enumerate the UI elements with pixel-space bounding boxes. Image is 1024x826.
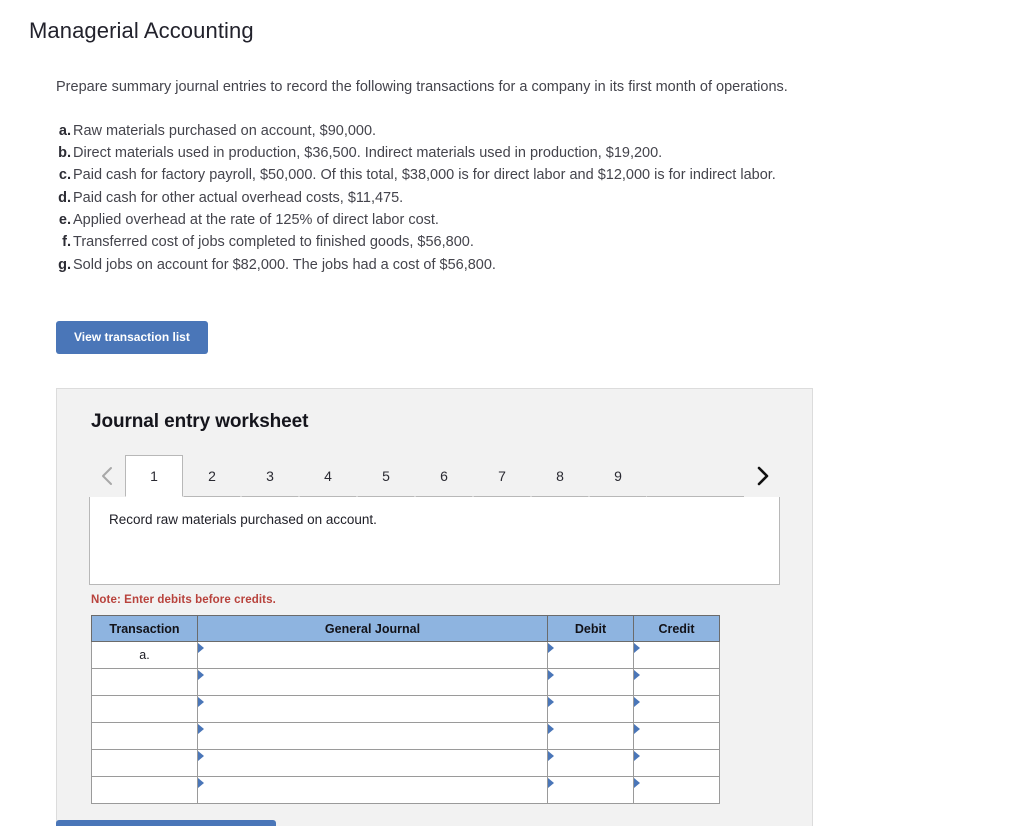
cell-general-journal-input[interactable] (197, 776, 548, 804)
table-header-row: Transaction General Journal Debit Credit (91, 615, 720, 642)
column-header-debit: Debit (547, 615, 634, 642)
journal-table-wrap: Transaction General Journal Debit Credit… (91, 615, 720, 804)
view-transaction-list-wrap: View transaction list (0, 321, 1024, 355)
transaction-item: b. Direct materials used in production, $… (56, 142, 1024, 164)
tab-strip-filler (647, 455, 744, 497)
column-header-credit: Credit (633, 615, 720, 642)
transaction-item: g. Sold jobs on account for $82,000. The … (56, 254, 1024, 276)
worksheet-footer-button-partial[interactable] (56, 820, 276, 826)
worksheet-tab-2[interactable]: 2 (183, 455, 241, 497)
transaction-item-text: Sold jobs on account for $82,000. The jo… (73, 256, 496, 273)
cell-general-journal-input[interactable] (197, 749, 548, 777)
worksheet-tab-9[interactable]: 9 (589, 455, 647, 497)
cell-credit-input[interactable] (633, 776, 720, 804)
cell-credit-input[interactable] (633, 668, 720, 696)
cell-debit-input[interactable] (547, 641, 634, 669)
transaction-item: e. Applied overhead at the rate of 125% o… (56, 209, 1024, 231)
transaction-item-label: c. (58, 167, 71, 184)
transaction-item: a. Raw materials purchased on account, $9… (56, 120, 1024, 142)
cell-general-journal-input[interactable] (197, 641, 548, 669)
transaction-item-label: f. (62, 234, 71, 251)
worksheet-tab-6[interactable]: 6 (415, 455, 473, 497)
cell-transaction (91, 749, 198, 777)
transaction-item-label: a. (58, 122, 71, 139)
column-header-transaction: Transaction (91, 615, 198, 642)
transaction-item-list: a. Raw materials purchased on account, $9… (56, 120, 1024, 276)
table-row (91, 695, 720, 723)
cell-transaction (91, 722, 198, 750)
cell-general-journal-input[interactable] (197, 722, 548, 750)
cell-credit-input[interactable] (633, 722, 720, 750)
cell-debit-input[interactable] (547, 695, 634, 723)
worksheet-title: Journal entry worksheet (91, 411, 309, 432)
transaction-item-label: g. (58, 256, 71, 273)
problem-statement: Prepare summary journal entries to recor… (0, 77, 1024, 276)
cell-general-journal-input[interactable] (197, 668, 548, 696)
cell-credit-input[interactable] (633, 641, 720, 669)
table-row (91, 722, 720, 750)
worksheet-tab-5[interactable]: 5 (357, 455, 415, 497)
transaction-item-text: Raw materials purchased on account, $90,… (73, 122, 377, 139)
journal-entry-worksheet-panel: Journal entry worksheet 1 2 3 4 5 6 7 8 … (56, 388, 813, 826)
table-row (91, 749, 720, 777)
worksheet-tab-4[interactable]: 4 (299, 455, 357, 497)
transaction-item-label: d. (58, 189, 71, 206)
chevron-right-icon[interactable] (744, 455, 780, 497)
transaction-item-text: Paid cash for other actual overhead cost… (73, 189, 404, 206)
worksheet-tab-1[interactable]: 1 (125, 455, 183, 497)
cell-credit-input[interactable] (633, 749, 720, 777)
cell-general-journal-input[interactable] (197, 695, 548, 723)
worksheet-tab-7[interactable]: 7 (473, 455, 531, 497)
transaction-item-text: Applied overhead at the rate of 125% of … (73, 212, 439, 229)
column-header-general-journal: General Journal (197, 615, 548, 642)
worksheet-tab-strip: 1 2 3 4 5 6 7 8 9 (57, 455, 812, 497)
transaction-item-text: Direct materials used in production, $36… (73, 145, 663, 162)
transaction-item: c. Paid cash for factory payroll, $50,000… (56, 164, 1024, 186)
cell-transaction: a. (91, 641, 198, 669)
worksheet-prompt-box: Record raw materials purchased on accoun… (89, 497, 780, 585)
journal-entry-table: Transaction General Journal Debit Credit… (91, 615, 720, 804)
worksheet-prompt-text: Record raw materials purchased on accoun… (109, 512, 377, 527)
cell-credit-input[interactable] (633, 695, 720, 723)
transaction-item: d. Paid cash for other actual overhead co… (56, 187, 1024, 209)
cell-transaction (91, 776, 198, 804)
cell-debit-input[interactable] (547, 722, 634, 750)
view-transaction-list-button[interactable]: View transaction list (56, 321, 208, 355)
cell-transaction (91, 695, 198, 723)
transaction-item-text: Transferred cost of jobs completed to fi… (73, 234, 474, 251)
worksheet-tab-8[interactable]: 8 (531, 455, 589, 497)
transaction-item: f. Transferred cost of jobs completed to … (56, 231, 1024, 253)
table-row: a. (91, 641, 720, 669)
table-row (91, 776, 720, 804)
cell-debit-input[interactable] (547, 776, 634, 804)
transaction-item-label: b. (58, 145, 71, 162)
cell-debit-input[interactable] (547, 668, 634, 696)
chevron-left-icon[interactable] (89, 455, 125, 497)
table-row (91, 668, 720, 696)
debits-before-credits-note: Note: Enter debits before credits. (91, 594, 276, 606)
cell-transaction (91, 668, 198, 696)
cell-debit-input[interactable] (547, 749, 634, 777)
transaction-item-text: Paid cash for factory payroll, $50,000. … (73, 167, 776, 184)
worksheet-tab-3[interactable]: 3 (241, 455, 299, 497)
page-title: Managerial Accounting (29, 18, 254, 43)
transaction-item-label: e. (58, 212, 71, 229)
problem-lead-text: Prepare summary journal entries to recor… (56, 79, 788, 95)
